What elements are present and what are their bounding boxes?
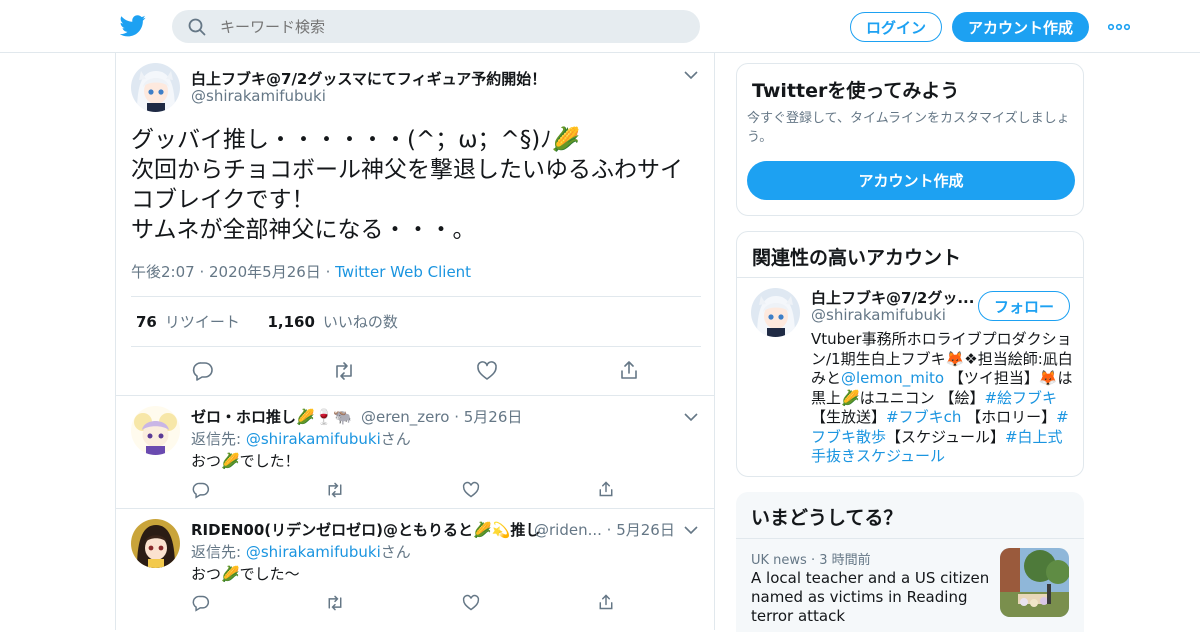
search-icon — [188, 18, 206, 35]
search-input[interactable] — [220, 17, 660, 36]
reply-text: おつ🌽でした！ — [191, 452, 300, 470]
reply-avatar[interactable] — [131, 406, 180, 455]
share-icon[interactable] — [618, 359, 640, 381]
related-account-name[interactable]: 白上フブキ@7/2グッ... — [811, 287, 974, 308]
signup-card-button[interactable]: アカウント作成 — [747, 161, 1075, 200]
tweet-time[interactable]: 午後2:07 — [131, 263, 195, 281]
like-icon[interactable] — [462, 594, 480, 612]
like-stat[interactable]: 1,160 いいねの数 — [267, 313, 397, 331]
author-avatar[interactable] — [131, 63, 180, 112]
retweet-count: 76 — [136, 313, 157, 331]
follow-button[interactable]: フォロー — [978, 291, 1070, 321]
retweet-label: リツイート — [164, 313, 240, 331]
tweet-timestamp: 午後2:07 · 2020年5月26日 · Twitter Web Client — [131, 263, 472, 281]
author-display-name[interactable]: 白上フブキ@7/2グッスマにてフィギュア予約開始！ — [191, 68, 546, 89]
divider — [131, 296, 701, 297]
trend-item[interactable]: UK news · 3 時間前 A local teacher and a US… — [736, 539, 1084, 632]
reply-tweet[interactable]: RIDEN00(リデンゼロゼロ)@ともりると🌽💫推し @riden... · 5… — [116, 508, 714, 630]
trends-card: いまどうしてる？ UK news · 3 時間前 A local teacher… — [736, 492, 1084, 632]
trend-headline[interactable]: A local teacher and a US citizen named a… — [751, 569, 991, 626]
tweet-text: グッバイ推し・・・・・・(^；ω；^§)ﾉ🌽 次回からチョコボール神父を撃退した… — [131, 127, 683, 243]
chevron-down-icon[interactable] — [684, 413, 698, 422]
related-account-bio: Vtuber事務所ホロライブプロダクション/1期生白上フブキ🦊❖担当絵師:凪白み… — [811, 330, 1073, 465]
signup-card: Twitterを使ってみよう 今すぐ登録して、タイムラインをカスタマイズしましょ… — [736, 63, 1084, 216]
trends-title: いまどうしてる？ — [751, 507, 903, 529]
reply-meta: @eren_zero · 5月26日 — [361, 408, 523, 426]
retweet-icon[interactable] — [332, 360, 356, 382]
related-account-handle[interactable]: @shirakamifubuki — [811, 306, 946, 324]
like-label: いいねの数 — [322, 313, 398, 331]
bio-mention-link[interactable]: @lemon_mito — [841, 369, 944, 387]
bio-hashtag-link[interactable]: #絵フブキ — [984, 389, 1057, 407]
reply-text: おつ🌽でした〜 — [191, 565, 300, 583]
related-accounts-card: 関連性の高いアカウント 白上フブキ@7/2グッ... @shirakamifub… — [736, 231, 1084, 477]
trend-time: 3 時間前 — [819, 553, 871, 568]
trend-meta: UK news · 3 時間前 — [751, 553, 871, 568]
reply-date[interactable]: 5月26日 — [464, 408, 523, 426]
reply-meta: @riden... · 5月26日 — [534, 521, 675, 539]
reply-handle[interactable]: @eren_zero — [361, 408, 449, 426]
reply-to-line: 返信先: @shirakamifubukiさん — [191, 430, 411, 448]
tweet-column: 白上フブキ@7/2グッスマにてフィギュア予約開始！ @shirakamifubu… — [115, 53, 715, 630]
trend-thumbnail[interactable] — [1000, 548, 1069, 617]
retweet-stat[interactable]: 76 リツイート — [136, 313, 240, 331]
top-nav-bar: ログイン アカウント作成 — [0, 0, 1200, 53]
share-icon[interactable] — [597, 593, 615, 611]
reply-icon[interactable] — [192, 360, 214, 382]
signup-button[interactable]: アカウント作成 — [952, 12, 1089, 42]
chevron-down-icon[interactable] — [684, 71, 698, 80]
reply-handle[interactable]: @riden... — [534, 521, 602, 539]
reply-to-line: 返信先: @shirakamifubukiさん — [191, 543, 411, 561]
trend-source: UK news — [751, 553, 807, 568]
like-icon[interactable] — [462, 481, 480, 499]
reply-to-handle-link[interactable]: @shirakamifubuki — [246, 430, 381, 448]
signup-card-description: 今すぐ登録して、タイムラインをカスタマイズしましょう。 — [747, 111, 1070, 145]
reply-icon[interactable] — [192, 481, 210, 499]
reply-display-name[interactable]: ゼロ・ホロ推し🌽🍷🐃 — [191, 406, 352, 427]
twitter-bird-icon[interactable] — [120, 14, 146, 38]
search-box[interactable] — [172, 10, 700, 43]
signup-card-title: Twitterを使ってみよう — [752, 80, 960, 102]
related-account-avatar[interactable] — [751, 288, 800, 337]
share-icon[interactable] — [597, 480, 615, 498]
more-options-icon[interactable] — [1108, 18, 1130, 36]
like-icon[interactable] — [476, 360, 498, 382]
reply-avatar[interactable] — [131, 519, 180, 568]
login-button[interactable]: ログイン — [850, 12, 942, 42]
divider — [131, 346, 701, 347]
retweet-icon[interactable] — [325, 481, 345, 499]
author-handle[interactable]: @shirakamifubuki — [191, 87, 326, 105]
tweet-date[interactable]: 2020年5月26日 — [209, 263, 321, 281]
retweet-icon[interactable] — [325, 594, 345, 612]
chevron-down-icon[interactable] — [684, 526, 698, 535]
bio-hashtag-link[interactable]: #フブキch — [886, 408, 961, 426]
tweet-client-link[interactable]: Twitter Web Client — [335, 263, 471, 281]
like-count: 1,160 — [267, 313, 315, 331]
tweet-stats: 76 リツイート 1,160 いいねの数 — [136, 311, 398, 332]
reply-icon[interactable] — [192, 594, 210, 612]
related-accounts-title: 関連性の高いアカウント — [752, 247, 962, 269]
reply-display-name[interactable]: RIDEN00(リデンゼロゼロ)@ともりると🌽💫推し — [191, 519, 540, 540]
reply-to-handle-link[interactable]: @shirakamifubuki — [246, 543, 381, 561]
reply-date[interactable]: 5月26日 — [616, 521, 675, 539]
divider — [737, 277, 1083, 278]
reply-tweet[interactable]: ゼロ・ホロ推し🌽🍷🐃 @eren_zero · 5月26日 返信先: @shir… — [116, 395, 714, 508]
